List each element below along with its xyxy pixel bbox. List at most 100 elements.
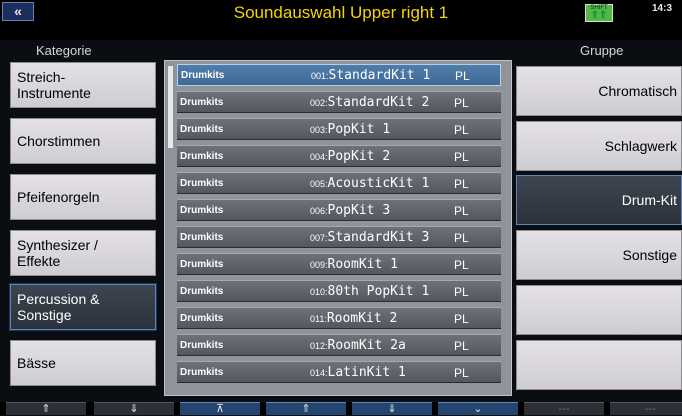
list-item-category: Drumkits xyxy=(180,97,224,108)
list-item-tag: PL xyxy=(454,204,469,218)
list-item-tag: PL xyxy=(454,96,469,110)
category-button[interactable]: Chorstimmen xyxy=(10,118,156,164)
list-item-number: 011: xyxy=(310,314,327,324)
window-title: Soundauswahl Upper right 1 xyxy=(233,3,449,22)
page-up-button[interactable]: ⇑ xyxy=(6,402,86,415)
list-item-name: 005:AcousticKit 1 xyxy=(310,176,429,191)
category-label: Streich- Instrumente xyxy=(17,69,91,101)
list-item-number: 003: xyxy=(310,125,328,135)
category-label: Synthesizer / Effekte xyxy=(17,237,98,269)
last-button[interactable]: ⌄ xyxy=(438,402,518,415)
list-item-title: PopKit 2 xyxy=(327,149,391,164)
list-scrollbar[interactable] xyxy=(168,66,173,148)
list-item-category: Drumkits xyxy=(180,124,224,135)
group-button[interactable]: Schlagwerk xyxy=(516,121,682,171)
category-label: Percussion & Sonstige xyxy=(17,291,100,323)
list-item-number: 006: xyxy=(310,206,328,216)
list-item-name: 001:StandardKit 1 xyxy=(311,68,430,83)
list-item-category: Drumkits xyxy=(180,286,224,297)
list-item[interactable]: Drumkits 009:RoomKit 1 PL xyxy=(177,253,501,275)
list-item-title: PopKit 1 xyxy=(327,122,391,137)
list-item-category: Drumkits xyxy=(180,367,224,378)
list-item[interactable]: Drumkits 010:80th PopKit 1 PL xyxy=(177,280,501,302)
list-item-name: 007:StandardKit 3 xyxy=(310,230,429,245)
list-item-name: 004:PopKit 2 xyxy=(310,149,390,164)
empty-button: --- xyxy=(610,402,682,415)
list-item-tag: PL xyxy=(455,69,470,83)
list-item-number: 009: xyxy=(310,260,328,270)
group-label: Drum-Kit xyxy=(621,192,677,208)
list-item-title: AcousticKit 1 xyxy=(327,176,430,191)
list-item-title: StandardKit 3 xyxy=(327,230,430,245)
first-icon: ⊼ xyxy=(215,403,225,415)
list-item-title: RoomKit 2a xyxy=(327,338,406,353)
list-item-category: Drumkits xyxy=(180,232,224,243)
list-item[interactable]: Drumkits 014:LatinKit 1 PL xyxy=(177,361,501,383)
list-item-title: RoomKit 2 xyxy=(326,311,398,326)
list-item-category: Drumkits xyxy=(180,205,224,216)
category-button[interactable]: Bässe xyxy=(10,340,156,386)
group-button[interactable]: Chromatisch xyxy=(516,66,682,116)
list-item[interactable]: Drumkits 006:PopKit 3 PL xyxy=(177,199,501,221)
list-item-tag: PL xyxy=(454,177,469,191)
list-item-title: 80th PopKit 1 xyxy=(327,284,430,299)
down-icon: ⇓ xyxy=(387,403,397,415)
page-down-icon: ⇓ xyxy=(129,403,139,415)
list-item-number: 007: xyxy=(310,233,328,243)
list-item-category: Drumkits xyxy=(180,313,224,324)
category-button[interactable]: Synthesizer / Effekte xyxy=(10,230,156,276)
list-item-name: 014:LatinKit 1 xyxy=(310,365,406,380)
list-item[interactable]: Drumkits 002:StandardKit 2 PL xyxy=(177,91,501,113)
list-item-name: 002:StandardKit 2 xyxy=(310,95,429,110)
clock: 14:3 xyxy=(652,3,673,14)
group-button[interactable] xyxy=(516,285,682,335)
list-item-number: 001: xyxy=(311,71,329,81)
last-icon: ⌄ xyxy=(473,403,483,415)
up-icon: ⇑ xyxy=(301,403,311,415)
list-item-title: LatinKit 1 xyxy=(327,365,406,380)
list-item-name: 010:80th PopKit 1 xyxy=(310,284,429,299)
empty-button: --- xyxy=(524,402,604,415)
list-item[interactable]: Drumkits 011:RoomKit 2 PL xyxy=(177,307,501,329)
list-item-number: 005: xyxy=(310,179,328,189)
list-item-category: Drumkits xyxy=(181,70,225,81)
category-label: Pfeifenorgeln xyxy=(17,189,100,205)
list-item-tag: PL xyxy=(454,285,469,299)
list-item[interactable]: Drumkits 004:PopKit 2 PL xyxy=(177,145,501,167)
group-label: Schlagwerk xyxy=(604,138,677,154)
list-item-tag: PL xyxy=(454,231,469,245)
category-header: Kategorie xyxy=(36,43,92,58)
list-item[interactable]: Drumkits 001:StandardKit 1 PL xyxy=(177,64,501,86)
page-down-button[interactable]: ⇓ xyxy=(94,402,174,415)
group-label: Sonstige xyxy=(622,247,677,263)
first-button[interactable]: ⊼ xyxy=(180,402,260,415)
group-button[interactable] xyxy=(516,340,682,390)
category-button[interactable]: Pfeifenorgeln xyxy=(10,174,156,220)
group-button[interactable]: Drum-Kit xyxy=(516,175,682,225)
empty-icon: --- xyxy=(644,403,656,415)
list-item-title: StandardKit 2 xyxy=(327,95,430,110)
list-item-category: Drumkits xyxy=(180,151,224,162)
list-item-number: 010: xyxy=(310,287,328,297)
category-button[interactable]: Streich- Instrumente xyxy=(10,62,156,108)
category-button[interactable]: Percussion & Sonstige xyxy=(9,283,157,331)
group-header: Gruppe xyxy=(580,43,624,58)
list-item-category: Drumkits xyxy=(180,340,224,351)
empty-icon: --- xyxy=(558,403,570,415)
list-item[interactable]: Drumkits 007:StandardKit 3 PL xyxy=(177,226,501,248)
up-button[interactable]: ⇑ xyxy=(266,402,346,415)
list-item-name: 011:RoomKit 2 xyxy=(310,311,397,326)
shift-button[interactable]: SHIFT ⇑⇑ xyxy=(585,4,613,22)
page-up-icon: ⇑ xyxy=(41,403,51,415)
down-button[interactable]: ⇓ xyxy=(352,402,432,415)
list-item-title: PopKit 3 xyxy=(327,203,391,218)
list-item[interactable]: Drumkits 005:AcousticKit 1 PL xyxy=(177,172,501,194)
list-item[interactable]: Drumkits 003:PopKit 1 PL xyxy=(177,118,501,140)
list-item-name: 006:PopKit 3 xyxy=(310,203,390,218)
list-item-number: 012: xyxy=(310,341,328,351)
shift-arrows-icon: ⇑⇑ xyxy=(590,10,608,21)
group-button[interactable]: Sonstige xyxy=(516,230,682,280)
list-item[interactable]: Drumkits 012:RoomKit 2a PL xyxy=(177,334,501,356)
category-label: Bässe xyxy=(17,355,56,371)
list-item-tag: PL xyxy=(454,258,469,272)
